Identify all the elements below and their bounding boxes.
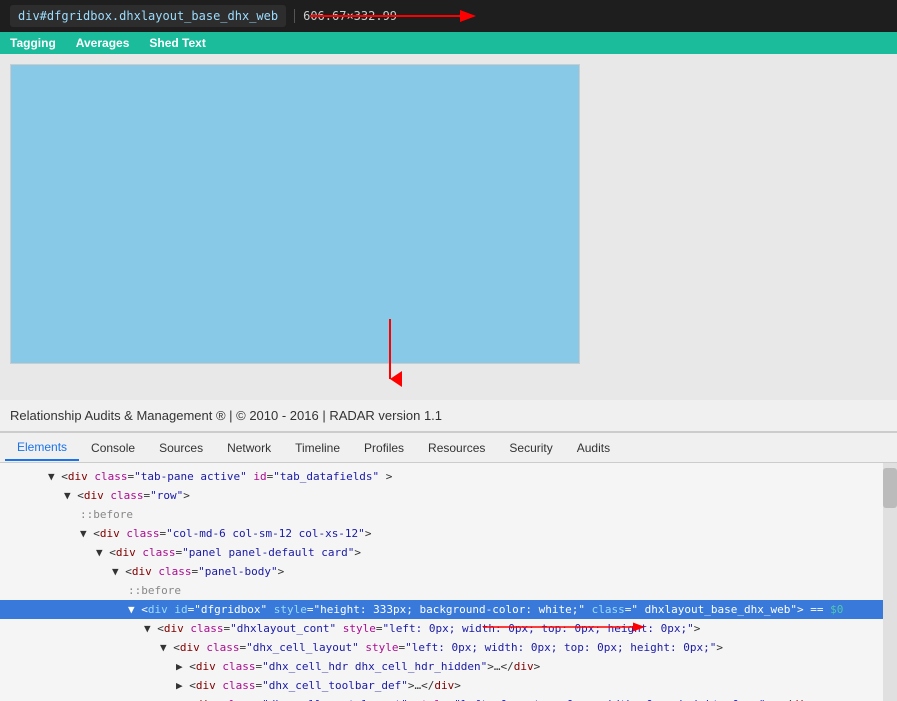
line8-content: ▼ <div id="dfgridbox" style="height: 333… xyxy=(128,601,843,618)
line2-content: ▼ <div class="row"> xyxy=(64,487,190,504)
teal-tab-tagging[interactable]: Tagging xyxy=(10,36,56,50)
code-line-2[interactable]: ▼ <div class="row"> xyxy=(0,486,883,505)
teal-tab-shed-text[interactable]: Shed Text xyxy=(149,36,205,50)
line13-content: ▶ <div class="dhx_cell_cont_layout" styl… xyxy=(176,696,818,701)
code-line-13[interactable]: ▶ <div class="dhx_cell_cont_layout" styl… xyxy=(0,695,883,701)
down-arrow-annotation xyxy=(375,319,405,399)
line4-content: ▼ <div class="col-md-6 col-sm-12 col-xs-… xyxy=(80,525,371,542)
line3-content: ::before xyxy=(80,506,133,523)
devtools-tabs: Elements Console Sources Network Timelin… xyxy=(0,433,897,463)
code-line-1[interactable]: ▼ <div class="tab-pane active" id="tab_d… xyxy=(0,467,883,486)
inspector-tooltip: div#dfgridbox.dhxlayout_base_dhx_web 606… xyxy=(0,0,897,32)
teal-tab-averages[interactable]: Averages xyxy=(76,36,130,50)
code-line-10[interactable]: ▼ <div class="dhx_cell_layout" style="le… xyxy=(0,638,883,657)
line5-content: ▼ <div class="panel panel-default card"> xyxy=(96,544,361,561)
tab-elements[interactable]: Elements xyxy=(5,435,79,461)
code-line-8[interactable]: ▼ <div id="dfgridbox" style="height: 333… xyxy=(0,600,883,619)
inspector-tag: div#dfgridbox.dhxlayout_base_dhx_web xyxy=(10,5,286,27)
line10-content: ▼ <div class="dhx_cell_layout" style="le… xyxy=(160,639,723,656)
code-panel[interactable]: ▼ <div class="tab-pane active" id="tab_d… xyxy=(0,463,883,701)
code-line-3[interactable]: ::before xyxy=(0,505,883,524)
devtools-content: ▼ <div class="tab-pane active" id="tab_d… xyxy=(0,463,897,701)
tab-timeline[interactable]: Timeline xyxy=(283,436,352,460)
right-arrow-annotation xyxy=(483,617,683,637)
code-line-6[interactable]: ▼ <div class="panel-body"> xyxy=(0,562,883,581)
code-line-12[interactable]: ▶ <div class="dhx_cell_toolbar_def">…</d… xyxy=(0,676,883,695)
tab-resources[interactable]: Resources xyxy=(416,436,497,460)
tab-console[interactable]: Console xyxy=(79,436,147,460)
blue-grid-box xyxy=(10,64,580,364)
tab-audits[interactable]: Audits xyxy=(565,436,622,460)
scrollbar[interactable] xyxy=(883,463,897,701)
scrollbar-thumb[interactable] xyxy=(883,468,897,508)
teal-header: Tagging Averages Shed Text xyxy=(0,32,897,54)
top-arrow-annotation xyxy=(300,6,480,26)
code-line-7[interactable]: ::before xyxy=(0,581,883,600)
code-line-4[interactable]: ▼ <div class="col-md-6 col-sm-12 col-xs-… xyxy=(0,524,883,543)
footer-text: Relationship Audits & Management ® | © 2… xyxy=(0,400,897,431)
line6-content: ▼ <div class="panel-body"> xyxy=(112,563,284,580)
line12-content: ▶ <div class="dhx_cell_toolbar_def">…</d… xyxy=(176,677,461,694)
line11-content: ▶ <div class="dhx_cell_hdr dhx_cell_hdr_… xyxy=(176,658,540,675)
devtools-panel: Elements Console Sources Network Timelin… xyxy=(0,431,897,701)
code-line-9[interactable]: ▼ <div class="dhxlayout_cont" style="lef… xyxy=(0,619,883,638)
content-area xyxy=(0,54,897,400)
main-wrapper: Tagging Averages Shed Text Relationship … xyxy=(0,32,897,701)
code-line-11[interactable]: ▶ <div class="dhx_cell_hdr dhx_cell_hdr_… xyxy=(0,657,883,676)
tab-sources[interactable]: Sources xyxy=(147,436,215,460)
tab-profiles[interactable]: Profiles xyxy=(352,436,416,460)
code-line-5[interactable]: ▼ <div class="panel panel-default card"> xyxy=(0,543,883,562)
tab-network[interactable]: Network xyxy=(215,436,283,460)
line1-content: ▼ <div class="tab-pane active" id="tab_d… xyxy=(48,468,392,485)
line7-content: ::before xyxy=(128,582,181,599)
footer-label: Relationship Audits & Management ® | © 2… xyxy=(10,408,442,423)
tab-security[interactable]: Security xyxy=(497,436,564,460)
